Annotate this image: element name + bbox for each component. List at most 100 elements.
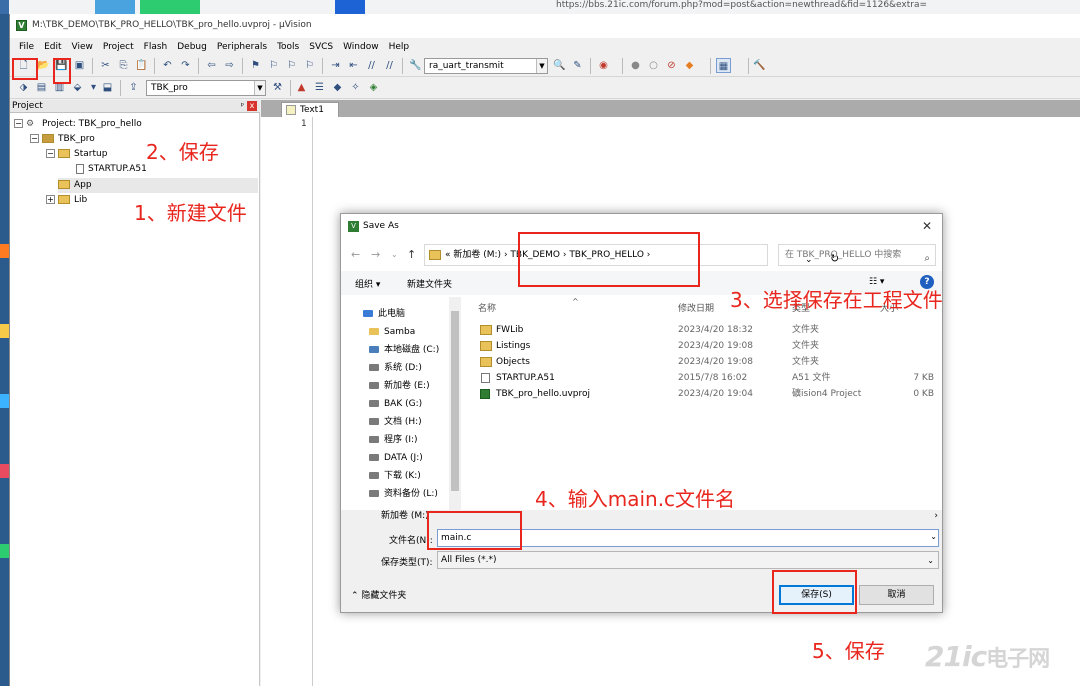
nav-item-drive-e[interactable]: 新加卷 (E:) bbox=[369, 377, 430, 395]
save-all-icon[interactable]: ▣ bbox=[72, 58, 87, 73]
nav-item-drive-d[interactable]: 系统 (D:) bbox=[369, 359, 422, 377]
nav-item-samba[interactable]: Samba bbox=[369, 323, 415, 341]
cancel-button[interactable]: 取消 bbox=[859, 585, 934, 605]
nav-item-drive-g[interactable]: BAK (G:) bbox=[369, 395, 422, 413]
menu-help[interactable]: Help bbox=[384, 42, 415, 52]
tree-group-app[interactable]: App bbox=[58, 178, 258, 193]
nav-item-drive-i[interactable]: 程序 (I:) bbox=[369, 431, 418, 449]
recent-chevron-icon[interactable]: ⌄ bbox=[391, 250, 398, 259]
menu-svcs[interactable]: SVCS bbox=[304, 42, 338, 52]
nav-item-drive-m[interactable]: 新加卷 (M:) bbox=[381, 510, 429, 522]
nav-scrollbar-thumb[interactable] bbox=[451, 311, 459, 491]
incremental-find-icon[interactable]: ✎ bbox=[570, 58, 585, 73]
config-icon[interactable]: ◆ bbox=[682, 58, 697, 73]
tree-group-startup[interactable]: − Startup bbox=[46, 147, 107, 162]
back-arrow-icon[interactable]: ← bbox=[351, 248, 360, 261]
translate-icon[interactable]: ⬗ bbox=[16, 80, 31, 95]
menu-file[interactable]: File bbox=[14, 42, 39, 52]
target-combo[interactable]: TBK_pro ▼ bbox=[146, 80, 266, 96]
function-combo[interactable]: ra_uart_transmit ▼ bbox=[424, 58, 548, 74]
menu-debug[interactable]: Debug bbox=[172, 42, 212, 52]
nav-item-this-pc[interactable]: 此电脑 bbox=[363, 305, 405, 323]
find-icon[interactable]: 🔍 bbox=[552, 58, 567, 73]
run-time-env-icon[interactable]: ◈ bbox=[366, 80, 381, 95]
redo-icon[interactable]: ↷ bbox=[178, 58, 193, 73]
undo-icon[interactable]: ↶ bbox=[160, 58, 175, 73]
clear-bookmarks-icon[interactable]: ⚐ bbox=[302, 58, 317, 73]
new-folder-button[interactable]: 新建文件夹 bbox=[407, 277, 452, 290]
organize-menu[interactable]: 组织 ▾ bbox=[355, 277, 380, 290]
paste-icon[interactable]: 📋 bbox=[134, 58, 149, 73]
nav-item-drive-k[interactable]: 下载 (K:) bbox=[369, 467, 421, 485]
find-in-files-icon[interactable]: 🔧 bbox=[408, 58, 423, 73]
pack-installer-icon[interactable]: ✧ bbox=[348, 80, 363, 95]
hide-folders-toggle[interactable]: ⌃ 隐藏文件夹 bbox=[351, 588, 406, 601]
column-name[interactable]: 名称 bbox=[478, 301, 496, 314]
tree-target-node[interactable]: − TBK_pro bbox=[30, 132, 95, 147]
start-debug-icon[interactable]: ◉ bbox=[596, 58, 611, 73]
select-packs-icon[interactable]: ◆ bbox=[330, 80, 345, 95]
menu-window[interactable]: Window bbox=[338, 42, 384, 52]
collapse-icon[interactable]: − bbox=[46, 149, 55, 158]
collapse-icon[interactable]: − bbox=[14, 119, 23, 128]
manage-components-icon[interactable]: ▲ bbox=[294, 80, 309, 95]
uncomment-icon[interactable]: // bbox=[382, 58, 397, 73]
open-file-icon[interactable]: 📂 bbox=[36, 58, 51, 73]
tree-project-node[interactable]: − ⚙ Project: TBK_pro_hello bbox=[14, 117, 142, 132]
prev-bookmark-icon[interactable]: ⚐ bbox=[266, 58, 281, 73]
nav-item-drive-j[interactable]: DATA (J:) bbox=[369, 449, 423, 467]
nav-back-icon[interactable]: ⇦ bbox=[204, 58, 219, 73]
pin-icon[interactable]: ᵖ bbox=[241, 100, 244, 112]
filetype-select[interactable]: All Files (*.*) ⌄ bbox=[437, 551, 939, 569]
column-date[interactable]: 修改日期 bbox=[678, 301, 714, 314]
nav-item-drive-l[interactable]: 资料备份 (L:) bbox=[369, 485, 438, 503]
expand-icon[interactable]: + bbox=[46, 195, 55, 204]
search-input[interactable]: 在 TBK_PRO_HELLO 中搜索 ⌕ bbox=[778, 244, 936, 266]
tree-file-startup[interactable]: STARTUP.A51 bbox=[76, 162, 147, 177]
scroll-right-icon[interactable]: › bbox=[934, 510, 938, 522]
bookmark-icon[interactable]: ⚑ bbox=[248, 58, 263, 73]
nav-item-drive-c[interactable]: 本地磁盘 (C:) bbox=[369, 341, 439, 359]
stop-build-icon[interactable]: ▾ bbox=[86, 80, 101, 95]
tree-group-lib[interactable]: + Lib bbox=[46, 193, 87, 208]
chevron-down-icon[interactable]: ⌄ bbox=[930, 532, 937, 541]
file-row-fwlib[interactable]: FWLib 2023/4/20 18:32 文件夹 bbox=[466, 322, 940, 338]
up-arrow-icon[interactable]: ↑ bbox=[407, 248, 416, 261]
menu-peripherals[interactable]: Peripherals bbox=[212, 42, 272, 52]
menu-view[interactable]: View bbox=[67, 42, 98, 52]
build-icon[interactable]: ▤ bbox=[34, 80, 49, 95]
forward-arrow-icon[interactable]: → bbox=[371, 248, 380, 261]
cut-icon[interactable]: ✂ bbox=[98, 58, 113, 73]
options-icon[interactable]: 🔨 bbox=[752, 58, 767, 73]
menu-project[interactable]: Project bbox=[98, 42, 139, 52]
menu-tools[interactable]: Tools bbox=[272, 42, 304, 52]
menu-flash[interactable]: Flash bbox=[139, 42, 173, 52]
menu-edit[interactable]: Edit bbox=[39, 42, 66, 52]
window-layout-icon[interactable]: ▦ bbox=[716, 58, 731, 73]
chevron-down-icon[interactable]: ▼ bbox=[254, 81, 265, 95]
file-row-startup[interactable]: STARTUP.A51 2015/7/8 16:02 A51 文件 7 KB bbox=[466, 370, 940, 386]
close-icon[interactable]: x bbox=[247, 101, 257, 111]
tab-text1[interactable]: Text1 bbox=[281, 102, 339, 117]
unindent-icon[interactable]: ⇤ bbox=[346, 58, 361, 73]
target-options-icon[interactable]: ⚒ bbox=[270, 80, 285, 95]
batch-build-icon[interactable]: ⬙ bbox=[70, 80, 85, 95]
file-row-uvproj[interactable]: TBK_pro_hello.uvproj 2023/4/20 19:04 礦is… bbox=[466, 386, 940, 402]
nav-forward-icon[interactable]: ⇨ bbox=[222, 58, 237, 73]
load-icon[interactable]: ⇪ bbox=[126, 80, 141, 95]
close-icon[interactable]: ✕ bbox=[918, 217, 936, 235]
clear-breakpoints-icon[interactable]: ⊘ bbox=[664, 58, 679, 73]
indent-icon[interactable]: ⇥ bbox=[328, 58, 343, 73]
address-segment-drive[interactable]: 新加卷 (M:) bbox=[453, 250, 501, 260]
copy-icon[interactable]: ⎘ bbox=[116, 58, 131, 73]
file-row-listings[interactable]: Listings 2023/4/20 19:08 文件夹 bbox=[466, 338, 940, 354]
comment-icon[interactable]: // bbox=[364, 58, 379, 73]
file-extensions-icon[interactable]: ☰ bbox=[312, 80, 327, 95]
disable-breakpoint-icon[interactable]: ○ bbox=[646, 58, 661, 73]
file-row-objects[interactable]: Objects 2023/4/20 19:08 文件夹 bbox=[466, 354, 940, 370]
breakpoint-icon[interactable]: ● bbox=[628, 58, 643, 73]
collapse-icon[interactable]: − bbox=[30, 134, 39, 143]
next-bookmark-icon[interactable]: ⚐ bbox=[284, 58, 299, 73]
chevron-down-icon[interactable]: ▼ bbox=[536, 59, 547, 73]
nav-item-drive-h[interactable]: 文档 (H:) bbox=[369, 413, 422, 431]
